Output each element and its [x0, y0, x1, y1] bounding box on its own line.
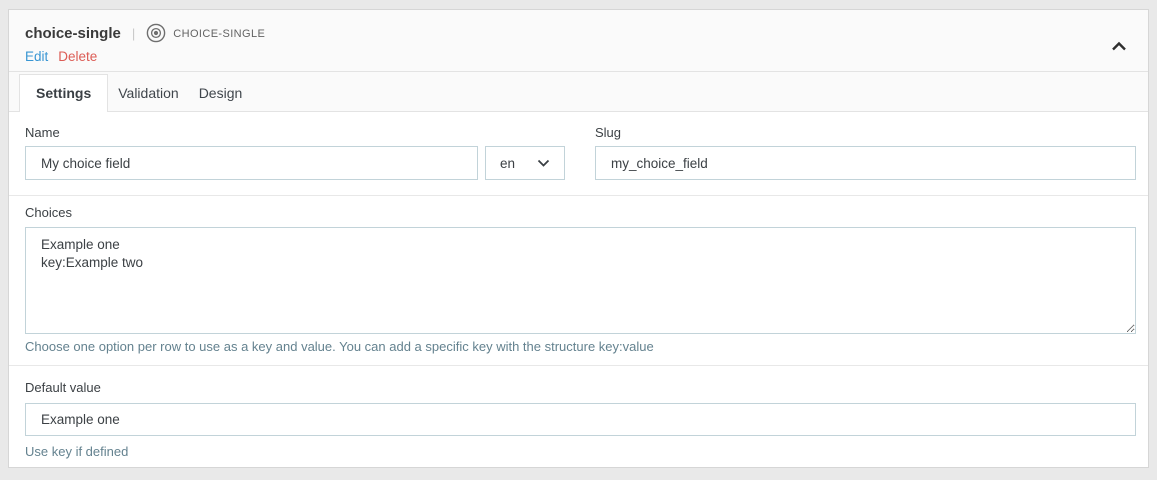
field-settings-panel: choice-single | CHOICE-SINGLE Edit Delet…	[8, 9, 1149, 468]
language-select[interactable]: en	[485, 146, 565, 180]
delete-link[interactable]: Delete	[58, 49, 97, 64]
field-name-title: choice-single	[25, 25, 121, 42]
title-row: choice-single | CHOICE-SINGLE	[25, 22, 1132, 44]
name-slug-section: Name en Slug	[9, 112, 1148, 195]
title-separator: |	[132, 26, 135, 41]
tab-validation[interactable]: Validation	[108, 75, 188, 111]
default-value-input[interactable]	[25, 403, 1136, 436]
collapse-panel-button[interactable]	[1108, 37, 1130, 55]
choices-label: Choices	[25, 205, 1136, 220]
name-field-group: Name	[25, 125, 478, 180]
language-value: en	[500, 156, 515, 171]
tab-bar: Settings Validation Design	[9, 72, 1148, 112]
slug-input[interactable]	[595, 146, 1136, 180]
tab-settings[interactable]: Settings	[19, 74, 108, 112]
default-value-section: Default value Use key if defined	[9, 365, 1148, 460]
default-value-helper-text: Use key if defined	[25, 443, 1136, 460]
default-value-label: Default value	[25, 380, 1136, 395]
name-label: Name	[25, 125, 478, 140]
action-row: Edit Delete	[25, 49, 1132, 64]
chevron-up-icon	[1111, 41, 1127, 51]
choices-textarea[interactable]: Example one key:Example two	[25, 227, 1136, 334]
edit-link[interactable]: Edit	[25, 49, 48, 64]
slug-label: Slug	[595, 125, 1136, 140]
choices-section: Choices Example one key:Example two Choo…	[9, 195, 1148, 365]
slug-field-group: Slug	[595, 125, 1136, 180]
radio-target-icon	[146, 23, 166, 43]
tab-design[interactable]: Design	[189, 75, 253, 111]
choices-helper-text: Choose one option per row to use as a ke…	[25, 338, 1136, 355]
panel-header: choice-single | CHOICE-SINGLE Edit Delet…	[9, 10, 1148, 72]
field-type-label: CHOICE-SINGLE	[173, 27, 265, 40]
chevron-down-icon	[537, 159, 550, 167]
name-input[interactable]	[25, 146, 478, 180]
